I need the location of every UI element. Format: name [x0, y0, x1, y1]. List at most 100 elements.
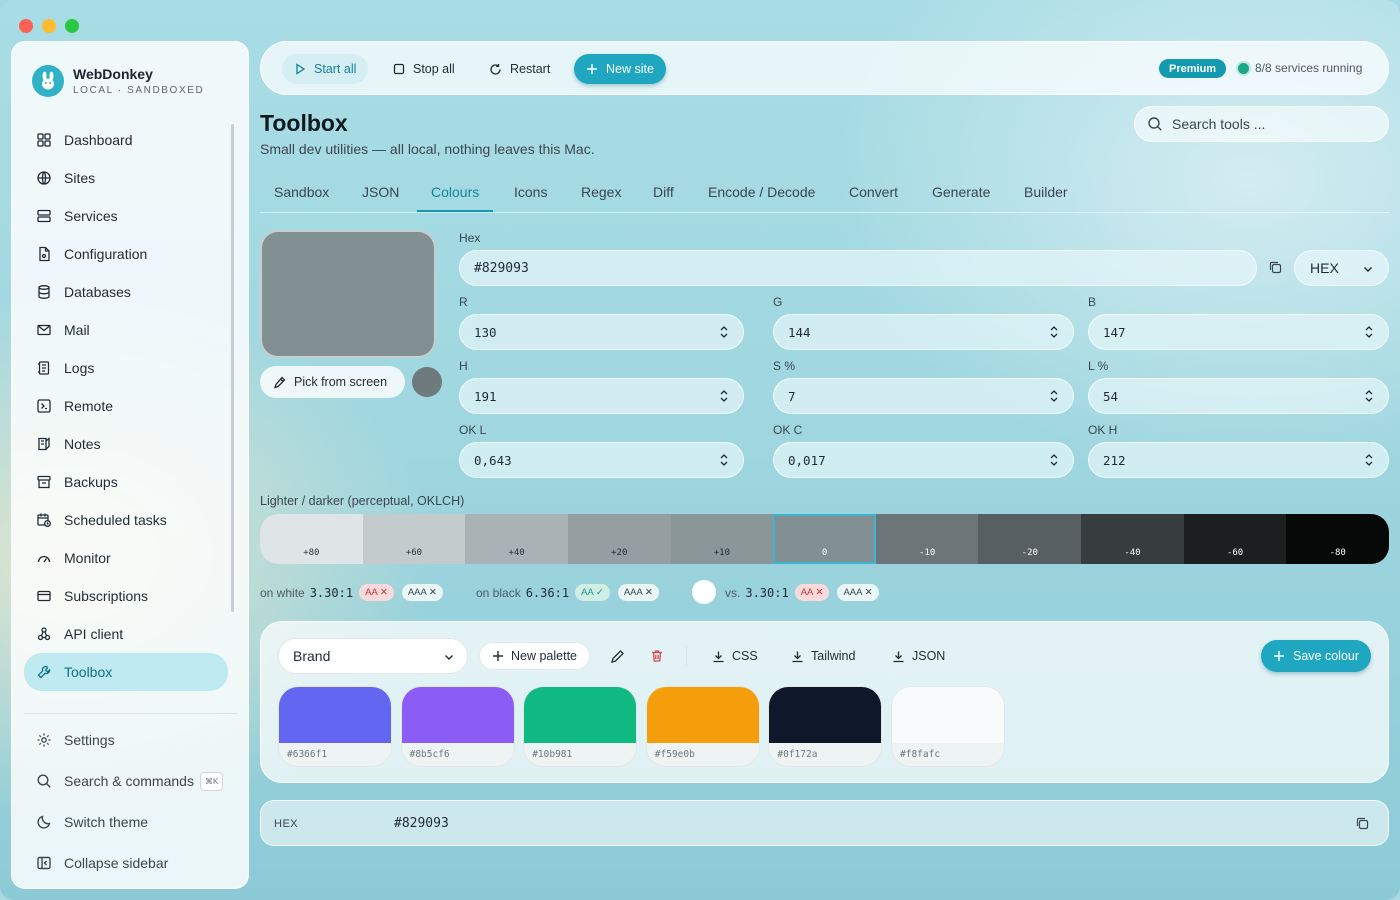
- delete-palette-button[interactable]: [640, 642, 674, 670]
- export-css-button[interactable]: CSS: [700, 642, 770, 670]
- palette-chip[interactable]: #f59e0b: [645, 686, 760, 767]
- pencil-icon: [610, 649, 625, 664]
- close-window-button[interactable]: [19, 19, 33, 33]
- switch-theme-button[interactable]: Switch theme: [24, 802, 234, 842]
- tab-json[interactable]: JSON: [348, 172, 413, 212]
- ramp-step[interactable]: +40: [465, 514, 568, 564]
- chevron-down-icon: [443, 651, 455, 663]
- new-site-button[interactable]: New site: [574, 54, 666, 84]
- tab-convert[interactable]: Convert: [835, 172, 912, 212]
- sidebar-item-subscriptions[interactable]: Subscriptions: [24, 577, 228, 615]
- tab-colours[interactable]: Colours: [417, 172, 494, 212]
- toolbar-divider: [686, 646, 687, 666]
- ramp-step[interactable]: -20: [978, 514, 1082, 564]
- h-input[interactable]: 191: [459, 378, 744, 414]
- ramp-step[interactable]: 0: [773, 514, 876, 564]
- palette-chip[interactable]: #10b981: [523, 686, 638, 767]
- output-value: #829093: [394, 816, 449, 831]
- settings-button[interactable]: Settings: [24, 720, 234, 760]
- stepper-icon[interactable]: [1364, 453, 1374, 467]
- new-palette-button[interactable]: New palette: [479, 642, 591, 670]
- stepper-icon[interactable]: [1049, 453, 1059, 467]
- okl-input[interactable]: 0,643: [459, 442, 744, 478]
- ramp-step[interactable]: +20: [567, 514, 671, 564]
- stepper-icon[interactable]: [1364, 325, 1374, 339]
- b-value: 147: [1103, 324, 1126, 340]
- sidebar-scrollbar[interactable]: [231, 124, 234, 612]
- tab-builder[interactable]: Builder: [1010, 172, 1082, 212]
- save-colour-button[interactable]: Save colour: [1261, 640, 1372, 672]
- rename-palette-button[interactable]: [600, 642, 635, 670]
- pick-from-screen-button[interactable]: Pick from screen: [260, 366, 405, 398]
- hex-input[interactable]: #829093: [459, 250, 1257, 286]
- copy-icon[interactable]: [1268, 260, 1283, 275]
- g-input[interactable]: 144: [773, 314, 1074, 350]
- l-input[interactable]: 54: [1088, 378, 1389, 414]
- sidebar-item-toolbox[interactable]: Toolbox: [24, 653, 228, 691]
- start-all-button[interactable]: Start all: [282, 54, 369, 84]
- palette-chip[interactable]: #f8fafc: [891, 686, 1005, 767]
- ramp-step[interactable]: +60: [362, 514, 466, 564]
- ramp-step[interactable]: +10: [670, 514, 774, 564]
- stepper-icon[interactable]: [719, 325, 729, 339]
- sidebar-item-label: Services: [64, 208, 118, 224]
- tab-generate[interactable]: Generate: [918, 172, 1004, 212]
- stepper-icon[interactable]: [1049, 389, 1059, 403]
- ramp-step[interactable]: -40: [1081, 514, 1184, 564]
- stop-all-button[interactable]: Stop all: [381, 54, 467, 84]
- sidebar-item-sites[interactable]: Sites: [24, 159, 228, 197]
- zoom-window-button[interactable]: [65, 19, 79, 33]
- sidebar-item-services[interactable]: Services: [24, 197, 228, 235]
- stepper-icon[interactable]: [1364, 389, 1374, 403]
- ramp-step[interactable]: +80: [260, 514, 363, 564]
- tab-regex[interactable]: Regex: [567, 172, 635, 212]
- stepper-icon[interactable]: [719, 453, 729, 467]
- sidebar-item-label: Subscriptions: [64, 588, 149, 604]
- ramp-step[interactable]: -80: [1286, 514, 1389, 564]
- sidebar-item-notes[interactable]: Notes: [24, 425, 228, 463]
- restart-button[interactable]: Restart: [477, 54, 562, 84]
- tab-icons[interactable]: Icons: [500, 172, 561, 212]
- export-tailwind-button[interactable]: Tailwind: [779, 642, 867, 670]
- sidebar-item-remote[interactable]: Remote: [24, 387, 228, 425]
- switch-theme-label: Switch theme: [64, 814, 149, 830]
- chevron-down-icon: [1362, 263, 1374, 275]
- copy-icon[interactable]: [1355, 816, 1370, 831]
- search-commands-button[interactable]: Search & commands ⌘K: [24, 761, 234, 801]
- palette-chip[interactable]: #0f172a: [768, 686, 883, 767]
- tab-diff[interactable]: Diff: [639, 172, 688, 212]
- palette-chip[interactable]: #6366f1: [278, 686, 392, 767]
- palette-chip[interactable]: #8b5cf6: [400, 686, 515, 767]
- gauge-icon: [36, 550, 52, 566]
- sidebar-item-logs[interactable]: Logs: [24, 349, 228, 387]
- sidebar-item-backups[interactable]: Backups: [24, 463, 228, 501]
- compare-colour-swatch[interactable]: [692, 580, 716, 604]
- tab-encode-decode[interactable]: Encode / Decode: [694, 172, 829, 212]
- sidebar-item-label: Notes: [64, 436, 101, 452]
- s-input[interactable]: 7: [773, 378, 1074, 414]
- minimize-window-button[interactable]: [42, 19, 56, 33]
- collapse-sidebar-button[interactable]: Collapse sidebar: [24, 843, 234, 883]
- palette-select[interactable]: Brand: [278, 638, 468, 674]
- sidebar-item-scheduled-tasks[interactable]: Scheduled tasks: [24, 501, 228, 539]
- search-tools-input[interactable]: Search tools ...: [1134, 106, 1389, 142]
- okc-input[interactable]: 0,017: [773, 442, 1074, 478]
- r-input[interactable]: 130: [459, 314, 744, 350]
- contrast-white-label: on white: [260, 585, 305, 600]
- notes-icon: [36, 436, 52, 452]
- sidebar-item-monitor[interactable]: Monitor: [24, 539, 228, 577]
- stepper-icon[interactable]: [1049, 325, 1059, 339]
- export-json-button[interactable]: JSON: [880, 642, 957, 670]
- ramp-step[interactable]: -10: [875, 514, 979, 564]
- stepper-icon[interactable]: [719, 389, 729, 403]
- sidebar-item-api-client[interactable]: API client: [24, 615, 228, 653]
- tab-sandbox[interactable]: Sandbox: [260, 172, 343, 212]
- ramp-step[interactable]: -60: [1183, 514, 1287, 564]
- okh-input[interactable]: 212: [1088, 442, 1389, 478]
- sidebar-item-mail[interactable]: Mail: [24, 311, 228, 349]
- sidebar-item-dashboard[interactable]: Dashboard: [24, 121, 228, 159]
- sidebar-item-databases[interactable]: Databases: [24, 273, 228, 311]
- sidebar-item-configuration[interactable]: Configuration: [24, 235, 228, 273]
- b-input[interactable]: 147: [1088, 314, 1389, 350]
- format-select[interactable]: HEX: [1294, 250, 1389, 286]
